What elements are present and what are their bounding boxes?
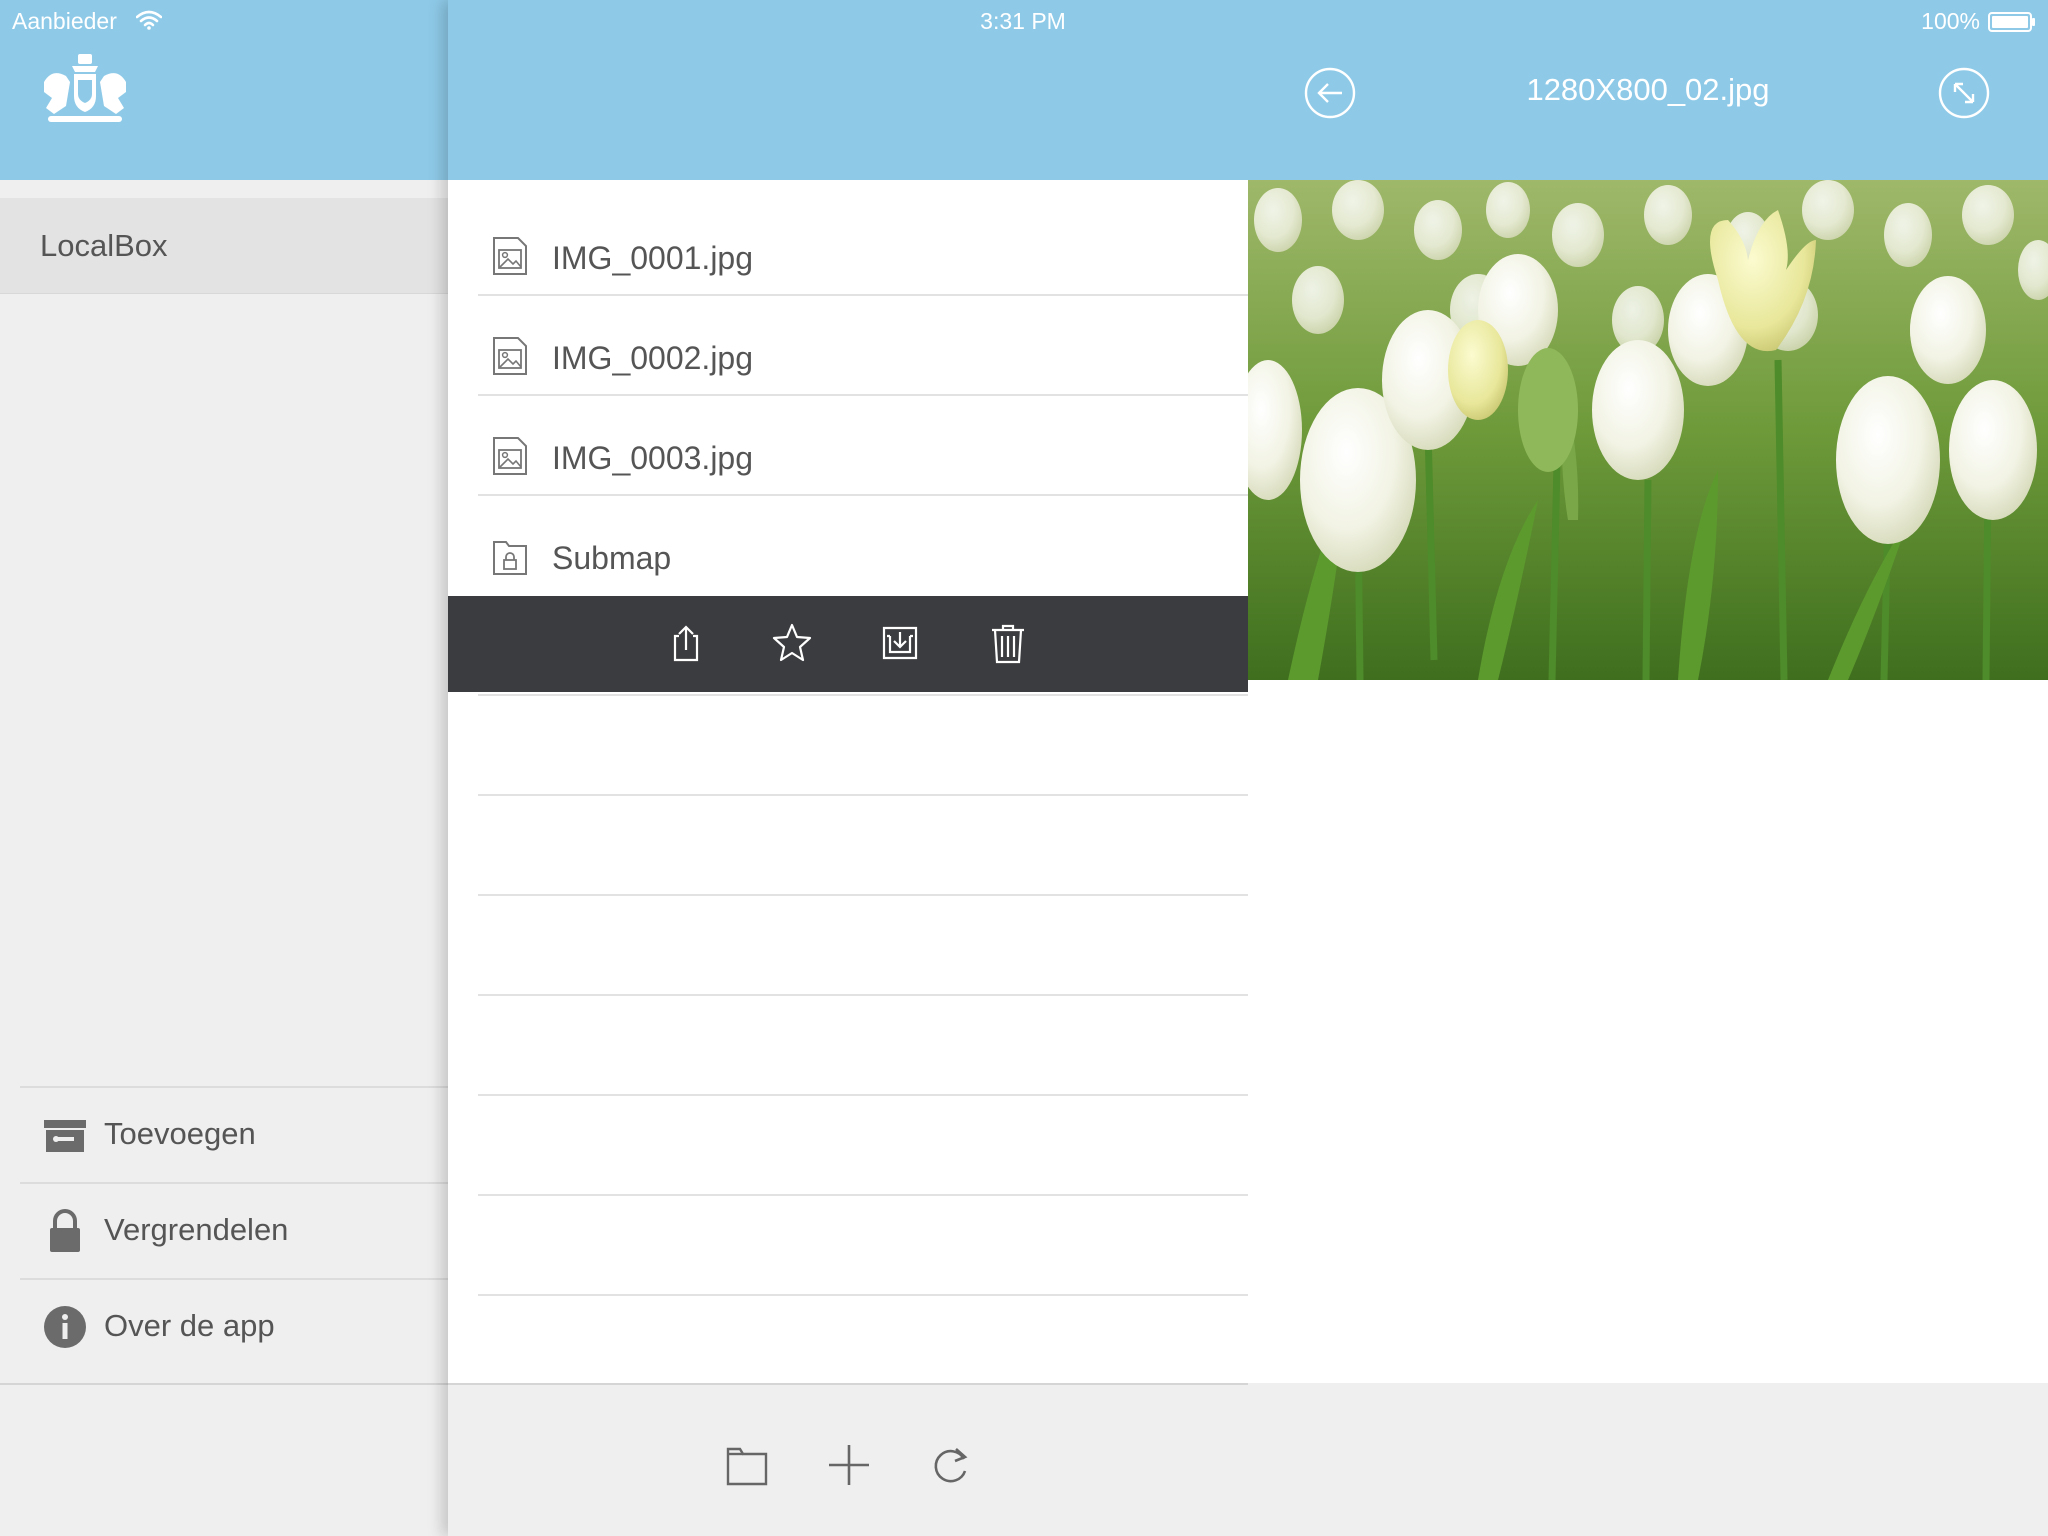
file-list-panel: 3:31 PM IMG_0001.jpg IMG_0002.jpg IMG_00… [448, 0, 1248, 1536]
lock-button[interactable]: Vergrendelen [20, 1182, 448, 1278]
save-icon[interactable] [880, 622, 920, 664]
image-file-icon [493, 437, 527, 475]
plus-icon[interactable] [826, 1439, 872, 1489]
refresh-icon[interactable] [928, 1439, 974, 1489]
info-icon [44, 1306, 86, 1348]
empty-row-divider [478, 994, 1248, 996]
empty-row-divider [478, 1294, 1248, 1296]
add-label: Toevoegen [104, 1116, 256, 1151]
preview-title: 1280X800_02.jpg [1526, 72, 1770, 107]
preview-header: 100% 1280X800_02.jpg [1248, 0, 2048, 180]
carrier-label: Aanbieder [12, 8, 117, 34]
file-name: IMG_0003.jpg [552, 440, 754, 476]
sidebar-item-localbox[interactable]: LocalBox [0, 198, 448, 294]
file-name: IMG_0002.jpg [552, 340, 754, 376]
battery-label: 100% [1921, 8, 1980, 34]
coat-of-arms-icon [44, 54, 126, 122]
wifi-icon [136, 10, 162, 30]
lock-label: Vergrendelen [104, 1212, 289, 1247]
tulips-photo [1248, 180, 2048, 680]
file-name: IMG_0001.jpg [552, 240, 754, 276]
empty-row-divider [478, 694, 1248, 696]
sidebar: Aanbieder LocalBox Toevoegen Vergrendele… [0, 0, 448, 1536]
empty-row-divider [478, 1194, 1248, 1196]
star-icon[interactable] [772, 622, 812, 664]
share-icon[interactable] [666, 622, 706, 664]
add-button[interactable]: Toevoegen [20, 1086, 448, 1182]
expand-icon[interactable] [1938, 67, 1990, 119]
preview-panel: 100% 1280X800_02.jpg [1248, 0, 2048, 1536]
empty-row-divider [478, 894, 1248, 896]
empty-row-divider [478, 794, 1248, 796]
empty-row-divider [478, 1094, 1248, 1096]
image-file-icon [493, 237, 527, 275]
lock-icon [50, 1209, 80, 1252]
file-row[interactable]: IMG_0002.jpg [478, 296, 1248, 396]
sidebar-item-label: LocalBox [40, 228, 168, 263]
file-row[interactable]: IMG_0003.jpg [478, 396, 1248, 496]
sidebar-divider [0, 1383, 448, 1385]
about-label: Over de app [104, 1308, 275, 1343]
about-button[interactable]: Over de app [20, 1278, 448, 1374]
add-box-icon [44, 1120, 86, 1152]
row-action-bar [448, 596, 1248, 692]
folder-icon[interactable] [724, 1439, 770, 1489]
image-file-icon [493, 337, 527, 375]
trash-icon[interactable] [988, 622, 1028, 664]
folder-name: Submap [552, 540, 672, 576]
file-list-toolbar [448, 1383, 1248, 1536]
preview-footer [1248, 1383, 2048, 1536]
locked-folder-icon [493, 541, 527, 575]
file-row[interactable]: IMG_0001.jpg [478, 196, 1248, 296]
sidebar-header: Aanbieder [0, 0, 448, 180]
folder-row[interactable]: Submap [478, 496, 1248, 596]
battery-icon [1988, 12, 2035, 32]
file-list-header: 3:31 PM [448, 0, 1248, 180]
